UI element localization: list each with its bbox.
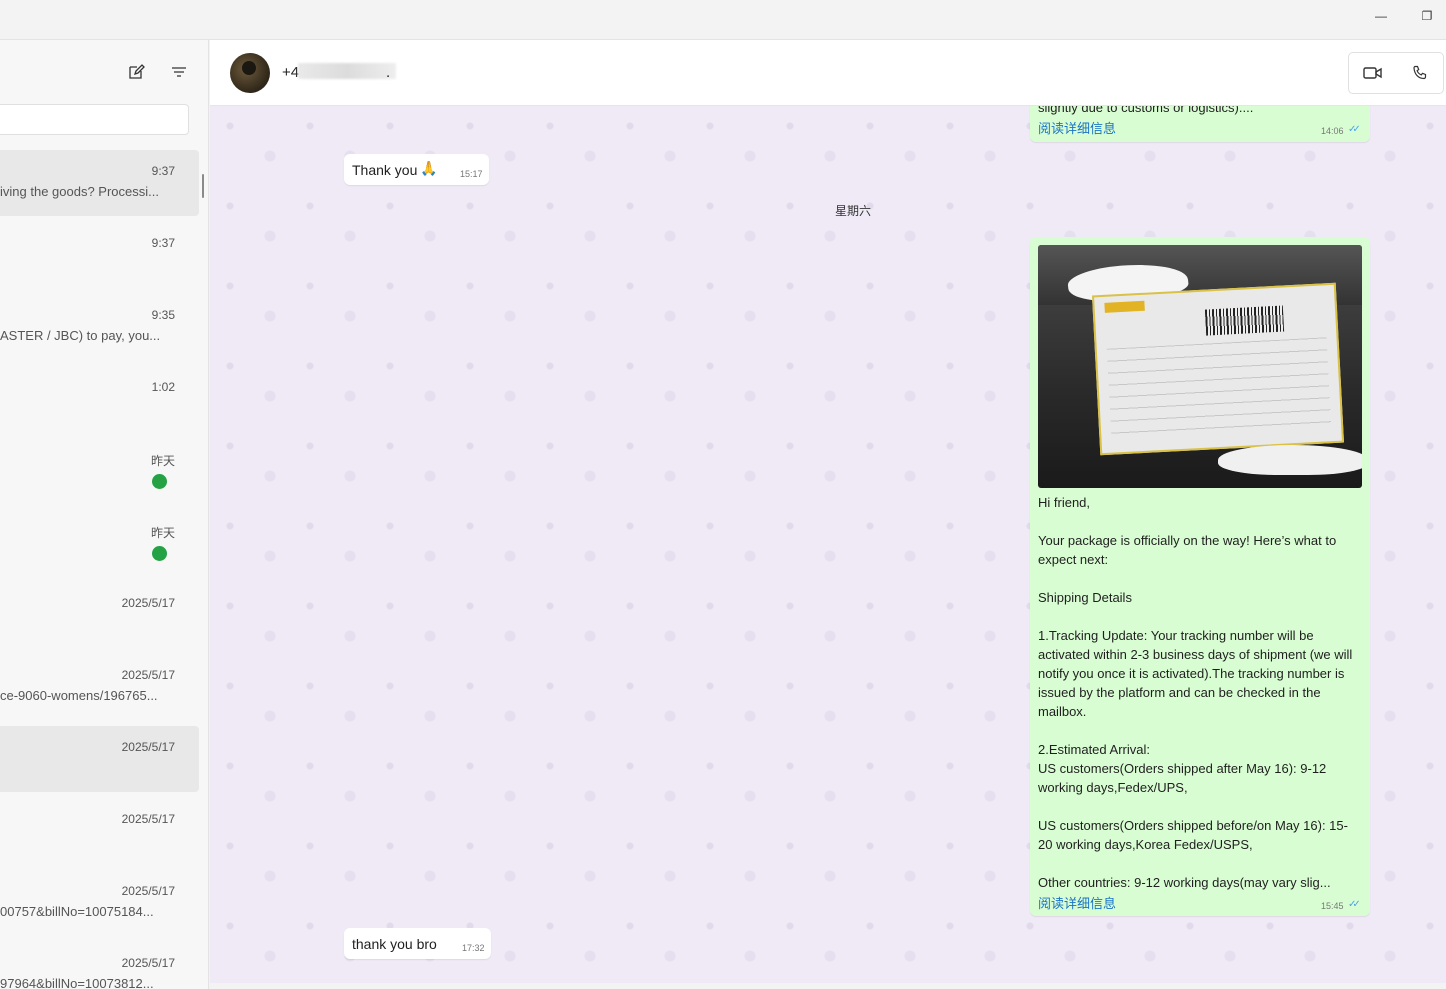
paragraph: 1.Tracking Update: Your tracking number … — [1038, 628, 1353, 719]
paragraph: 2.Estimated Arrival: — [1038, 742, 1150, 757]
chat-time: 昨天 — [150, 454, 175, 468]
paragraph: US customers(Orders shipped before/on Ma… — [1038, 818, 1348, 852]
message-time: 15:17 — [460, 169, 483, 179]
greeting: Hi friend, — [1038, 495, 1091, 510]
photo-sole — [1218, 445, 1362, 475]
chat-list-item[interactable]: 9:37 — [0, 222, 199, 288]
message-text: Thank you — [352, 162, 418, 178]
unread-badge — [152, 474, 167, 489]
message-time: 14:06 — [1321, 126, 1344, 136]
read-receipt-icon: ✓✓ — [1348, 124, 1361, 135]
message-text: slightly due to customs or logistics)...… — [1038, 106, 1254, 115]
chat-preview: ce-9060-womens/196765... — [0, 688, 158, 703]
chat-list-item[interactable]: 2025/5/17 — [0, 798, 199, 864]
redacted-name — [298, 63, 396, 79]
chat-time: 9:35 — [151, 308, 175, 322]
restore-icon: ❐ — [1421, 9, 1433, 23]
chat-header: +4 . — [210, 40, 1446, 106]
paragraph: US customers(Orders shipped after May 16… — [1038, 761, 1327, 795]
shipping-label-photo[interactable] — [1038, 245, 1362, 488]
chat-list-item[interactable]: 2025/5/17 00757&billNo=10075184... — [0, 870, 199, 936]
chat-list-sidebar: 9:37 iving the goods? Processi... 9:37 9… — [0, 40, 209, 989]
chat-preview: 00757&billNo=10075184... — [0, 904, 154, 919]
chat-preview: 97964&billNo=10073812... — [0, 976, 154, 989]
composer-edge — [210, 983, 1446, 989]
avatar[interactable] — [230, 53, 270, 93]
paragraph: Other countries: 9-12 working days(may v… — [1038, 875, 1331, 890]
minimize-icon: — — [1375, 9, 1387, 23]
folded-hands-emoji: 🙏 — [420, 160, 438, 176]
chat-time: 9:37 — [151, 164, 175, 178]
restore-button[interactable]: ❐ — [1404, 0, 1446, 32]
chat-list-item[interactable]: 昨天 — [0, 510, 199, 576]
message-bubble-incoming[interactable]: Thank you 🙏 15:17 — [344, 154, 489, 185]
chat-time: 2025/5/17 — [121, 740, 175, 754]
minimize-button[interactable]: — — [1358, 0, 1404, 32]
video-call-button[interactable] — [1349, 53, 1396, 93]
message-bubble-incoming[interactable]: thank you bro 17:32 — [344, 928, 491, 959]
chat-time: 2025/5/17 — [121, 596, 175, 610]
chat-list-item[interactable]: 昨天 — [0, 438, 199, 504]
search-input[interactable] — [0, 104, 189, 135]
paragraph: Shipping Details — [1038, 590, 1132, 605]
phone-call-icon — [1412, 65, 1426, 80]
message-text: thank you bro — [352, 936, 437, 952]
photo-carrier-logo — [1104, 300, 1145, 313]
title-bar: — ❐ — [0, 0, 1446, 40]
chat-time: 2025/5/17 — [121, 668, 175, 682]
message-bubble-outgoing[interactable]: Hi friend, Your package is officially on… — [1030, 237, 1370, 916]
phone-call-button[interactable] — [1396, 53, 1443, 93]
shipping-message-body: Hi friend, Your package is officially on… — [1038, 493, 1356, 892]
read-more-link[interactable]: 阅读详细信息 — [1038, 893, 1116, 912]
chat-list-item[interactable]: 2025/5/17 97964&billNo=10073812... — [0, 942, 199, 989]
filter-icon[interactable] — [169, 62, 189, 82]
contact-name-suffix: . — [386, 64, 391, 81]
chat-time: 2025/5/17 — [121, 956, 175, 970]
message-time: 17:32 — [462, 943, 485, 953]
chat-list-item[interactable]: 1:02 — [0, 366, 199, 432]
chat-time: 2025/5/17 — [121, 812, 175, 826]
video-call-icon — [1362, 67, 1382, 79]
chat-preview: ASTER / JBC) to pay, you... — [0, 328, 161, 343]
call-buttons — [1348, 52, 1444, 94]
chat-list-item[interactable]: 2025/5/17 — [0, 582, 199, 648]
sidebar-scrollbar[interactable] — [202, 174, 204, 198]
unread-badge — [152, 546, 167, 561]
date-divider: 星期六 — [834, 204, 871, 218]
message-pane[interactable]: slightly due to customs or logistics)...… — [210, 106, 1446, 983]
contact-name-prefix[interactable]: +4 — [282, 64, 299, 81]
message-time: 15:45 — [1321, 901, 1344, 911]
chat-list-item[interactable]: 2025/5/17 — [0, 726, 199, 792]
chat-list-item[interactable]: 9:35 ASTER / JBC) to pay, you... — [0, 294, 199, 360]
paragraph: Your package is officially on the way! H… — [1038, 533, 1337, 567]
read-more-link[interactable]: 阅读详细信息 — [1038, 118, 1116, 137]
chat-time: 1:02 — [151, 380, 175, 394]
photo-barcode — [1204, 305, 1285, 336]
message-bubble-outgoing[interactable]: slightly due to customs or logistics)...… — [1030, 106, 1370, 142]
chat-time: 9:37 — [151, 236, 175, 250]
photo-shipping-label — [1091, 282, 1345, 456]
sidebar-header — [0, 40, 208, 104]
chat-list-item[interactable]: 2025/5/17 ce-9060-womens/196765... — [0, 654, 199, 720]
read-receipt-icon: ✓✓ — [1348, 899, 1361, 910]
chat-preview: iving the goods? Processi... — [0, 184, 159, 199]
chat-time: 2025/5/17 — [121, 884, 175, 898]
chat-time: 昨天 — [150, 526, 175, 540]
chat-list-item[interactable]: 9:37 iving the goods? Processi... — [0, 150, 199, 216]
compose-icon[interactable] — [126, 62, 146, 82]
photo-label-lines — [1106, 337, 1332, 439]
